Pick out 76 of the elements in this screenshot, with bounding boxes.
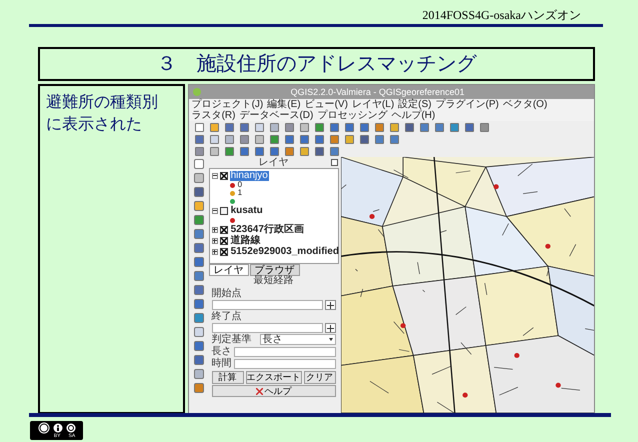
field-label: 開始点 bbox=[212, 288, 243, 299]
layer-name[interactable]: 523647行政区画 bbox=[230, 224, 305, 234]
tool-icon[interactable] bbox=[194, 341, 204, 351]
menu-item[interactable]: プラグイン(P) bbox=[436, 99, 499, 110]
layer-name[interactable]: 道路線 bbox=[230, 236, 262, 246]
tool-icon[interactable] bbox=[194, 313, 204, 323]
caret-icon bbox=[328, 338, 333, 341]
menu-item[interactable]: 編集(E) bbox=[267, 99, 301, 110]
layer-name[interactable]: 5152e929003_modified bbox=[230, 246, 340, 256]
tool-icon[interactable] bbox=[194, 173, 204, 183]
field-label: 長さ bbox=[212, 346, 232, 357]
menu-item[interactable]: ベクタ(O) bbox=[502, 99, 548, 110]
caption-text: 避難所の種類別に表示された bbox=[46, 92, 159, 135]
panel-title: 最短経路 bbox=[254, 276, 294, 287]
crosshair-button[interactable] bbox=[324, 323, 336, 333]
menu-item[interactable]: 設定(S) bbox=[398, 99, 432, 110]
menu-item[interactable]: ラスタ(R) bbox=[192, 110, 236, 121]
help-button[interactable]: ヘルプ bbox=[212, 385, 336, 397]
dropdown-value: 長さ bbox=[262, 334, 283, 344]
tool-icon[interactable] bbox=[194, 355, 204, 365]
plus-icon bbox=[326, 324, 334, 332]
field-label: 終了点 bbox=[212, 311, 243, 322]
field-label: 判定基準 bbox=[212, 334, 253, 345]
tool-icon[interactable] bbox=[194, 369, 204, 379]
tool-icon[interactable] bbox=[194, 271, 204, 281]
menu-item[interactable]: プロジェクト(J) bbox=[192, 99, 264, 110]
collapse-toggle[interactable] bbox=[212, 208, 218, 214]
window-title: QGIS2.2.0-Valmiera - QGISgeoreference01 bbox=[290, 88, 464, 96]
menu-item[interactable]: レイヤ(L) bbox=[352, 99, 394, 110]
action-button[interactable]: 計算 bbox=[212, 371, 244, 384]
panel-tab[interactable]: レイヤ bbox=[208, 264, 249, 276]
tool-icon[interactable] bbox=[194, 215, 204, 225]
checkbox[interactable] bbox=[220, 226, 228, 234]
plus-icon bbox=[326, 302, 334, 308]
collapse-toggle[interactable] bbox=[212, 172, 218, 178]
checkbox[interactable] bbox=[220, 236, 228, 244]
action-button[interactable]: エクスポート bbox=[246, 371, 302, 384]
menu-item[interactable]: ビュー(V) bbox=[304, 99, 348, 110]
field-label: 時間 bbox=[212, 358, 232, 369]
input-field[interactable] bbox=[212, 323, 323, 333]
app-logo-icon bbox=[192, 88, 201, 96]
expand-toggle[interactable] bbox=[212, 226, 218, 232]
tool-icon[interactable] bbox=[194, 327, 204, 337]
panel-tab[interactable]: ブラウザ bbox=[250, 264, 300, 276]
header-text: 2014FOSS4G-osakaハンズオン bbox=[422, 8, 581, 22]
crosshair-button[interactable] bbox=[324, 300, 336, 310]
tool-icon[interactable] bbox=[194, 243, 204, 253]
share-alike-icon bbox=[66, 422, 76, 432]
layer-name[interactable]: hinanjyo bbox=[230, 170, 269, 180]
checkbox[interactable] bbox=[220, 248, 228, 256]
tool-icon[interactable] bbox=[194, 201, 204, 211]
legend-label: 0 bbox=[238, 181, 242, 189]
tool-icon[interactable] bbox=[194, 383, 204, 393]
cc-icon bbox=[38, 422, 50, 434]
tool-icon[interactable] bbox=[194, 257, 204, 267]
tool-icon[interactable] bbox=[194, 159, 204, 169]
input-field[interactable] bbox=[212, 300, 323, 310]
tool-icon[interactable] bbox=[194, 229, 204, 239]
help-icon bbox=[256, 388, 263, 394]
expand-toggle[interactable] bbox=[212, 248, 218, 254]
slide-title: ３ 施設住所のアドレスマッチング bbox=[38, 47, 595, 81]
menu-item[interactable]: データベース(D) bbox=[239, 110, 314, 121]
menu-item[interactable]: プロセッシング bbox=[317, 110, 388, 121]
checkbox[interactable] bbox=[220, 206, 228, 214]
panel-title: レイヤ bbox=[258, 158, 289, 168]
tool-icon[interactable] bbox=[194, 299, 204, 309]
checkbox[interactable] bbox=[220, 172, 228, 180]
layer-name[interactable]: kusatu bbox=[230, 206, 264, 216]
action-button[interactable]: クリア bbox=[304, 371, 336, 384]
expand-toggle[interactable] bbox=[212, 238, 218, 244]
legend-label: 1 bbox=[238, 189, 242, 197]
menu-item[interactable]: ヘルプ(H) bbox=[391, 110, 436, 121]
tool-icon[interactable] bbox=[194, 187, 204, 197]
tool-icon[interactable] bbox=[194, 285, 204, 295]
close-icon[interactable] bbox=[330, 159, 338, 166]
criterion-dropdown[interactable]: 長さ bbox=[260, 334, 336, 345]
